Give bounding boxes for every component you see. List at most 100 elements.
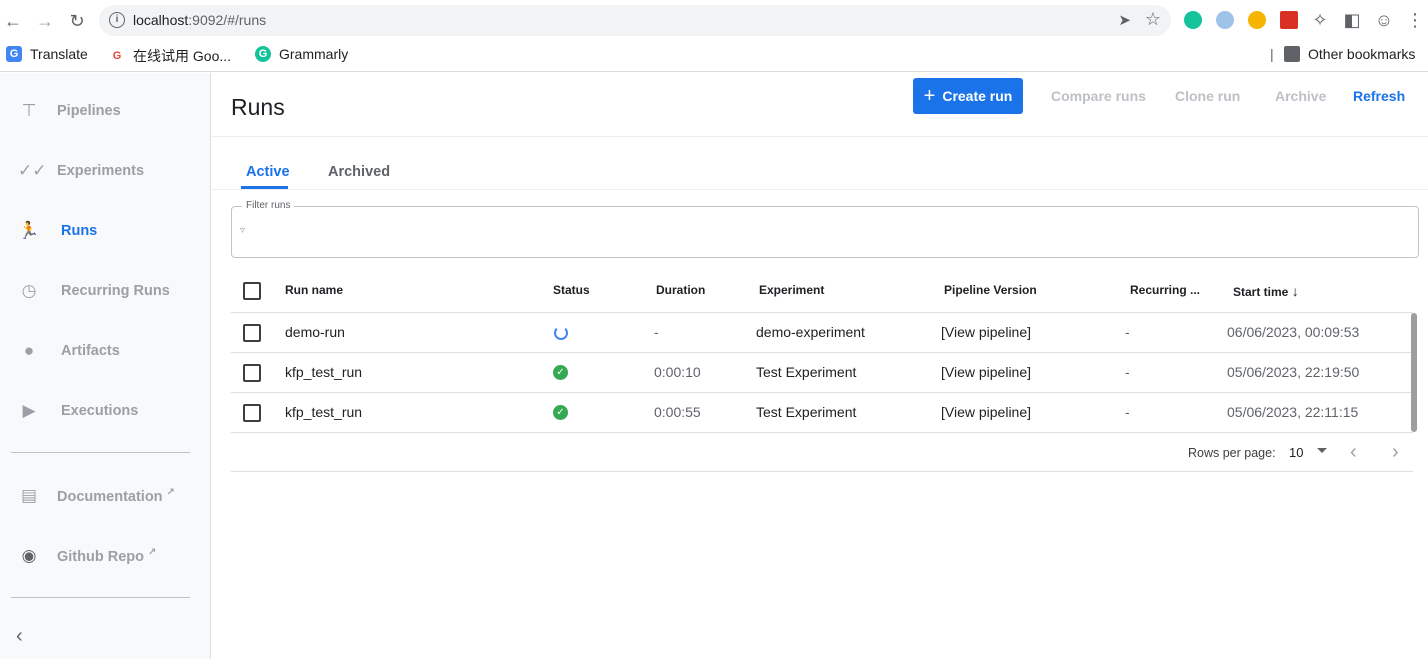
url-text[interactable]: localhost:9092/#/runs — [133, 12, 266, 28]
plus-icon: + — [923, 84, 936, 107]
start-time-cell: 05/06/2023, 22:19:50 — [1227, 364, 1360, 380]
filter-runs-field[interactable]: Filter runs ▿ — [231, 200, 1419, 258]
bookmark-translate[interactable]: G Translate — [6, 46, 88, 62]
run-name-link[interactable]: kfp_test_run — [285, 364, 362, 380]
status-success-icon: ✓ — [553, 365, 568, 380]
filter-runs-input[interactable] — [258, 221, 1398, 243]
compare-runs-button[interactable]: Compare runs — [1051, 88, 1146, 104]
bookmarks-divider: | — [1270, 46, 1274, 62]
row-checkbox[interactable] — [243, 324, 261, 342]
duration-cell: 0:00:10 — [654, 364, 701, 380]
sidebar-item-label: Runs — [61, 223, 98, 239]
table-scrollbar[interactable] — [1411, 313, 1417, 432]
share-icon[interactable]: ➤ — [1118, 11, 1131, 29]
column-header-start-time[interactable]: Start time ↓ — [1233, 283, 1299, 299]
sidebar-item-runs[interactable]: 🏃 Runs — [0, 211, 210, 251]
menu-dots-icon[interactable]: ⋮ — [1404, 9, 1426, 31]
grammarly-extension-icon[interactable] — [1184, 11, 1202, 29]
filter-label: Filter runs — [242, 200, 295, 211]
collapse-chevron-icon[interactable]: ‹ — [16, 625, 23, 648]
sidebar-item-label: Recurring Runs — [61, 283, 170, 299]
sidebar-item-label: Pipelines — [57, 103, 121, 119]
create-run-button[interactable]: + Create run — [913, 78, 1023, 114]
sidebar-item-artifacts[interactable]: ● Artifacts — [0, 331, 210, 371]
reload-icon[interactable]: ↻ — [66, 10, 88, 32]
view-pipeline-link[interactable]: [View pipeline] — [941, 364, 1031, 380]
column-header-duration[interactable]: Duration — [656, 283, 705, 297]
sidebar-link-documentation[interactable]: ▤ Documentation ↗ — [0, 476, 210, 516]
sidebar-link-github[interactable]: ◉ Github Repo ↗ — [0, 536, 210, 576]
column-header-pipeline-version[interactable]: Pipeline Version — [944, 283, 1037, 297]
caret-down-icon[interactable] — [1317, 448, 1327, 453]
run-name-link[interactable]: demo-run — [285, 324, 345, 340]
next-page-icon[interactable]: › — [1392, 441, 1399, 464]
bookmark-star-icon[interactable]: ☆ — [1145, 9, 1161, 30]
translate-icon: G — [6, 46, 22, 62]
select-all-checkbox[interactable] — [243, 282, 261, 300]
previous-page-icon[interactable]: ‹ — [1350, 441, 1357, 464]
run-name-link[interactable]: kfp_test_run — [285, 404, 362, 420]
experiment-link[interactable]: Test Experiment — [756, 404, 856, 420]
duration-cell: 0:00:55 — [654, 404, 701, 420]
row-checkbox[interactable] — [243, 364, 261, 382]
extension-icon[interactable] — [1216, 11, 1234, 29]
experiment-link[interactable]: Test Experiment — [756, 364, 856, 380]
extension-icon[interactable] — [1248, 11, 1266, 29]
row-checkbox[interactable] — [243, 404, 261, 422]
column-header-experiment[interactable]: Experiment — [759, 283, 824, 297]
back-icon[interactable]: ← — [2, 10, 24, 32]
bookmark-google[interactable]: G 在线试用 Goo... — [109, 46, 231, 66]
column-header-status[interactable]: Status — [553, 283, 590, 297]
view-pipeline-link[interactable]: [View pipeline] — [941, 324, 1031, 340]
view-pipeline-link[interactable]: [View pipeline] — [941, 404, 1031, 420]
clone-run-button[interactable]: Clone run — [1175, 88, 1240, 104]
column-header-recurring[interactable]: Recurring ... — [1130, 283, 1200, 297]
column-header-run-name[interactable]: Run name — [285, 283, 343, 297]
tabs-divider — [211, 189, 1428, 190]
browser-toolbar: ← → ↻ i localhost:9092/#/runs ➤ ☆ ✧ ◧ ☺ … — [0, 0, 1428, 40]
rows-per-page-select[interactable]: 10 — [1289, 445, 1303, 460]
google-icon: G — [112, 50, 122, 62]
experiment-link[interactable]: demo-experiment — [756, 324, 865, 340]
sidebar-item-recurring-runs[interactable]: ◷ Recurring Runs — [0, 271, 210, 311]
external-link-icon: ↗ — [148, 547, 157, 559]
play-icon: ▶ — [22, 401, 36, 420]
runs-icon: 🏃 — [18, 221, 40, 240]
forward-icon[interactable]: → — [34, 10, 56, 32]
rows-per-page-label: Rows per page: — [1188, 446, 1276, 460]
extension-icon[interactable] — [1280, 11, 1298, 29]
sidebar-divider — [11, 597, 190, 598]
start-time-cell: 06/06/2023, 00:09:53 — [1227, 324, 1360, 340]
artifacts-icon: ● — [23, 341, 35, 360]
archive-button[interactable]: Archive — [1275, 88, 1326, 104]
sidebar-divider — [11, 452, 190, 453]
table-divider — [231, 312, 1413, 313]
github-icon: ◉ — [21, 546, 37, 565]
puzzle-icon[interactable]: ✧ — [1309, 9, 1331, 31]
header-divider — [211, 136, 1428, 137]
side-panel-icon[interactable]: ◧ — [1341, 9, 1363, 31]
sidebar: ⊤ Pipelines ✓✓ Experiments 🏃 Runs ◷ Recu… — [0, 73, 211, 659]
sidebar-item-label: Artifacts — [61, 343, 120, 359]
info-icon[interactable]: i — [109, 12, 125, 28]
pagination-divider — [231, 471, 1413, 472]
sidebar-item-experiments[interactable]: ✓✓ Experiments — [0, 151, 210, 191]
main-content: Runs + Create run Compare runs Clone run … — [211, 73, 1428, 659]
tab-active[interactable]: Active — [246, 164, 290, 180]
recurring-cell: - — [1125, 404, 1130, 420]
other-bookmarks[interactable]: Other bookmarks — [1284, 46, 1415, 62]
address-bar[interactable]: i localhost:9092/#/runs ➤ ☆ — [99, 5, 1171, 36]
sidebar-link-label: Documentation — [57, 488, 163, 505]
refresh-button[interactable]: Refresh — [1353, 88, 1405, 104]
profile-icon[interactable]: ☺ — [1373, 9, 1395, 31]
sort-down-arrow-icon: ↓ — [1291, 283, 1299, 299]
tab-archived[interactable]: Archived — [328, 164, 390, 180]
grammarly-icon: G — [255, 46, 271, 62]
row-divider — [231, 392, 1413, 393]
row-divider — [231, 352, 1413, 353]
sidebar-item-executions[interactable]: ▶ Executions — [0, 391, 210, 431]
bookmarks-bar: G Translate G 在线试用 Goo... G Grammarly | Oth… — [0, 40, 1428, 72]
sidebar-item-pipelines[interactable]: ⊤ Pipelines — [0, 91, 210, 131]
bookmark-grammarly[interactable]: G Grammarly — [255, 46, 348, 62]
start-time-cell: 05/06/2023, 22:11:15 — [1227, 404, 1359, 420]
